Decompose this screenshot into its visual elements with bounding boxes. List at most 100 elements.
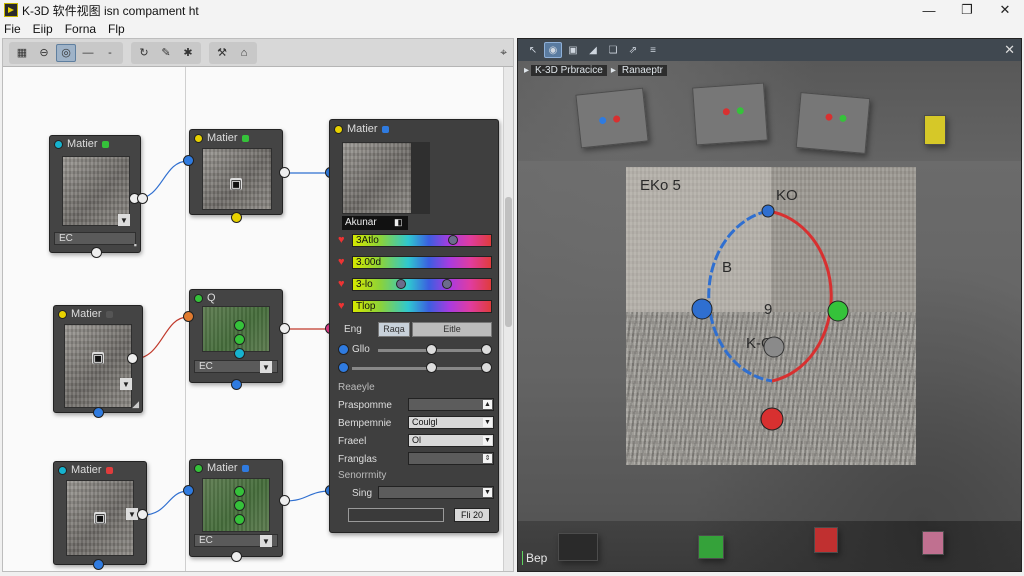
maximize-button[interactable]: ❐ [948, 0, 986, 20]
menu-icon[interactable]: ≡ [644, 42, 662, 58]
gizmo-handle[interactable] [691, 298, 713, 320]
scene-object[interactable] [698, 535, 724, 559]
dropdown-caret-icon[interactable]: ▼ [260, 361, 272, 373]
port-green[interactable] [234, 320, 245, 331]
dropdown-caret-icon[interactable]: ▼ [483, 418, 492, 427]
seg-button-1[interactable]: Raqa [378, 322, 410, 337]
output-port[interactable] [279, 323, 290, 334]
seg-button-2[interactable]: Eitle [412, 322, 492, 337]
cursor-icon[interactable]: ↖ [524, 42, 542, 58]
color-wheel-gizmo[interactable] [626, 167, 916, 465]
output-port[interactable] [231, 379, 242, 390]
slider-knob[interactable] [426, 344, 437, 355]
output-port[interactable] [231, 212, 242, 223]
output-port[interactable] [231, 551, 242, 562]
dropdown-caret-icon[interactable]: ▼ [118, 214, 130, 226]
port-green[interactable] [234, 500, 245, 511]
output-port[interactable] [93, 559, 104, 570]
radio-icon[interactable] [338, 362, 349, 373]
vertical-scrollbar[interactable] [503, 67, 513, 571]
port-cyan[interactable] [234, 348, 245, 359]
scene-object[interactable] [924, 115, 946, 145]
tools-icon[interactable]: ⚒ [212, 44, 232, 62]
field-value[interactable]: Coulgl ▼ [408, 416, 494, 429]
gizmo-handle[interactable] [761, 204, 775, 218]
input-port[interactable] [183, 311, 194, 322]
minimize-button[interactable]: — [910, 0, 948, 20]
material-node-6[interactable]: Matier EC ▼ [189, 459, 283, 557]
slider-knob[interactable] [426, 362, 437, 373]
field-value[interactable]: ▲ [408, 398, 494, 411]
value-field[interactable]: Fli 20 [454, 508, 490, 522]
progress-field[interactable] [348, 508, 444, 522]
link-icon[interactable]: ⊖ [34, 44, 54, 62]
scrollbar-thumb[interactable] [505, 197, 512, 327]
stepper-icon[interactable]: ⇕ [483, 454, 492, 463]
caption-menu-icon[interactable]: ◧ [394, 217, 404, 228]
port-green[interactable] [234, 514, 245, 525]
target-icon[interactable]: ◎ [56, 43, 76, 62]
slider-track[interactable] [352, 367, 486, 370]
scene-object[interactable] [795, 92, 871, 154]
gizmo-handle[interactable] [827, 300, 849, 322]
scene-object[interactable] [575, 87, 649, 149]
gradient-knob[interactable] [448, 235, 458, 245]
color-gradient-row[interactable]: ♥ 3Atlo [338, 232, 492, 250]
line-icon[interactable]: — [78, 44, 98, 62]
paint-icon[interactable]: ◢ [584, 42, 602, 58]
select-icon[interactable]: ◉ [544, 42, 562, 58]
node-canvas[interactable]: Matier ▼ EC ▪ Matier ▣ Matier ▣ ▼ ◢ Mati… [3, 67, 513, 571]
output-port[interactable] [279, 167, 290, 178]
bucket-icon[interactable]: ⌂ [234, 44, 254, 62]
slider-end-knob[interactable] [481, 344, 492, 355]
color-gradient-row[interactable]: ♥ 3-lo [338, 276, 492, 294]
pin-icon[interactable]: ⌖ [500, 45, 507, 60]
scene-object[interactable] [814, 527, 838, 553]
menu-edit[interactable]: Eiip [33, 22, 53, 36]
shader-node-5[interactable]: Q EC ▼ [189, 289, 283, 383]
scene-object[interactable] [922, 531, 944, 555]
box-icon[interactable]: ▣ [564, 42, 582, 58]
material-node-1[interactable]: Matier ▼ EC ▪ [49, 135, 141, 253]
field-value[interactable]: Ol ▼ [408, 434, 494, 447]
close-icon[interactable]: ✕ [1004, 42, 1015, 58]
grid-icon[interactable]: ▦ [12, 44, 32, 62]
scene-object[interactable] [558, 533, 598, 561]
field-value[interactable]: ⇕ [408, 452, 494, 465]
dropdown-caret-icon[interactable]: ▼ [120, 378, 132, 390]
input-port[interactable] [183, 485, 194, 496]
dropdown-caret-icon[interactable]: ▲ [483, 400, 492, 409]
output-port[interactable] [91, 247, 102, 258]
radio-icon[interactable] [338, 344, 349, 355]
gradient-knob[interactable] [396, 279, 406, 289]
menu-file[interactable]: Fie [4, 22, 21, 36]
dropdown-caret-icon[interactable]: ▼ [483, 436, 492, 445]
gizmo-handle[interactable] [760, 407, 784, 431]
output-port[interactable] [279, 495, 290, 506]
material-node-2[interactable]: Matier ▣ [189, 129, 283, 215]
output-port[interactable] [127, 353, 138, 364]
layers-icon[interactable]: ❏ [604, 42, 622, 58]
output-port[interactable] [93, 407, 104, 418]
material-properties-node[interactable]: Matier Akunar ◧ ♥ 3Atlo ♥ 3.00d ♥ 3-lo ♥… [329, 119, 499, 533]
breadcrumb-item[interactable]: K-3D Prbracice [531, 64, 607, 76]
port-green[interactable] [234, 486, 245, 497]
output-port[interactable] [137, 509, 148, 520]
field-value[interactable]: ▼ [378, 486, 494, 499]
dash-icon[interactable]: - [100, 44, 120, 62]
hue-gradient[interactable] [352, 278, 492, 291]
material-node-4[interactable]: Matier ▣ ▼ [53, 461, 147, 565]
gizmo-center[interactable] [763, 336, 785, 358]
port-green[interactable] [234, 334, 245, 345]
dropdown-caret-icon[interactable]: ▼ [483, 488, 492, 497]
close-button[interactable]: ✕ [986, 0, 1024, 20]
color-gradient-row[interactable]: ♥ Tlop [338, 298, 492, 316]
brush-icon[interactable]: ✎ [156, 44, 176, 62]
scene-object[interactable] [692, 82, 768, 146]
dropdown-caret-icon[interactable]: ▼ [260, 535, 272, 547]
gradient-knob[interactable] [442, 279, 452, 289]
menu-format[interactable]: Forna [65, 22, 96, 36]
slider-end-knob[interactable] [481, 362, 492, 373]
transform-icon[interactable]: ⇗ [624, 42, 642, 58]
input-port[interactable] [183, 155, 194, 166]
